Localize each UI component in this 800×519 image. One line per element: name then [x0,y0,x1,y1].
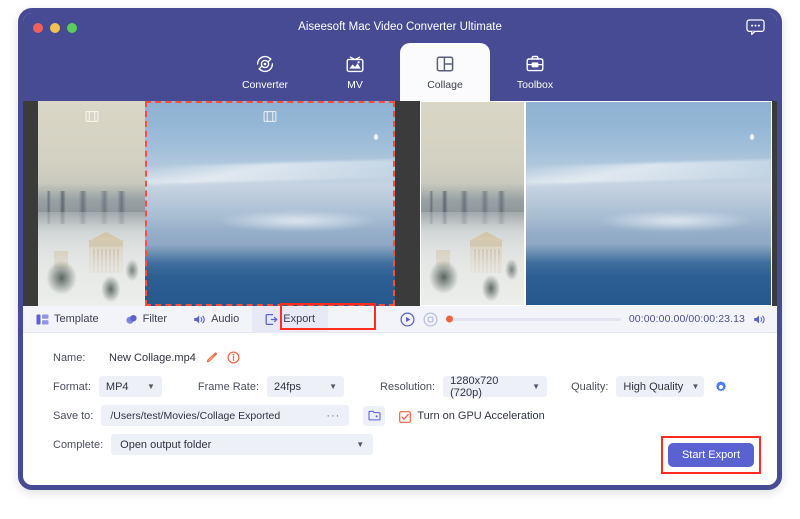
template-icon [36,313,49,326]
nav-tab-toolbox[interactable]: Toolbox [490,43,580,101]
tool-tab-audio-label: Audio [211,313,239,325]
gear-icon[interactable] [714,380,728,394]
start-export-button[interactable]: Start Export [668,443,754,467]
chevron-down-icon: ▼ [356,440,364,449]
quality-select[interactable]: High Quality ▼ [616,376,704,397]
export-icon [265,313,278,326]
chevron-down-icon: ▼ [147,382,155,391]
volume-icon[interactable] [753,313,767,326]
preview-panel-ocean [525,101,772,306]
chevron-down-icon: ▼ [329,382,337,391]
city-temple [470,240,502,272]
timecode-readout: 00:00:00.00/00:00:23.13 [629,313,745,325]
gpu-acceleration-checkbox[interactable]: Turn on GPU Acceleration [399,410,544,422]
saveto-label: Save to: [53,410,93,422]
city-temple-columns [91,249,120,273]
chevron-down-icon: ▼ [691,382,699,391]
selection-outline [145,101,395,306]
tool-tab-export[interactable]: Export [252,306,328,333]
city-temple-columns [472,249,500,273]
nav-tab-collage-label: Collage [427,79,463,91]
editor-toolbar: Template Filter Audio [23,306,777,333]
tool-tab-export-label: Export [283,313,315,325]
stage-gutter-mid2 [408,101,420,306]
row-saveto: Save to: /Users/test/Movies/Collage Expo… [23,401,777,430]
converter-icon [254,53,276,75]
quality-value: High Quality [623,381,683,393]
city-shed [436,250,449,268]
row-format: Format: MP4 ▼ Frame Rate: 24fps ▼ Resolu… [23,372,777,401]
playback-progress-track[interactable] [446,318,621,321]
saveto-value: /Users/test/Movies/Collage Exported [110,410,280,422]
resolution-value: 1280x720 (720p) [450,375,526,399]
app-title: Aiseesoft Mac Video Converter Ultimate [23,21,777,33]
edit-panel-ocean[interactable] [145,101,395,306]
resolution-label: Resolution: [380,381,435,393]
nav-tab-converter[interactable]: Converter [220,43,310,101]
stage-gutter-mid [395,101,408,306]
quality-label: Quality: [571,381,608,393]
nav-tab-toolbox-label: Toolbox [517,79,553,91]
tool-tab-template-label: Template [54,313,99,325]
folder-icon [368,410,381,421]
collage-preview-area [408,101,782,306]
row-name: Name: New Collage.mp4 [23,343,777,372]
chat-bubble-icon[interactable] [746,19,765,35]
framerate-select[interactable]: 24fps ▼ [267,376,344,397]
stage-gutter-right [772,101,782,306]
tool-tab-template[interactable]: Template [23,306,112,333]
framerate-value: 24fps [274,381,301,393]
resolution-select[interactable]: 1280x720 (720p) ▼ [443,376,547,397]
tool-tab-filter[interactable]: Filter [112,306,180,333]
filter-icon [125,313,138,326]
tool-tab-audio[interactable]: Audio [180,306,252,333]
film-strip-icon [264,109,277,120]
play-circle-icon[interactable] [400,312,415,327]
toolbox-icon [524,53,546,75]
app-window: Aiseesoft Mac Video Converter Ultimate [18,8,782,490]
mv-icon [344,53,366,75]
collage-icon [434,53,456,75]
city-shed [54,251,68,269]
complete-label: Complete: [53,439,103,451]
format-select[interactable]: MP4 ▼ [99,376,162,397]
sun-glint [750,134,754,140]
tool-tab-filter-label: Filter [143,313,167,325]
framerate-label: Frame Rate: [198,381,259,393]
stage-gutter-left [23,101,38,306]
complete-action-select[interactable]: Open output folder ▼ [111,434,373,455]
nav-tab-mv[interactable]: MV [310,43,400,101]
format-value: MP4 [106,381,129,393]
nav-tab-collage[interactable]: Collage [400,43,490,101]
gpu-acceleration-label: Turn on GPU Acceleration [417,410,544,422]
main-nav: Converter MV Collage [23,43,777,101]
checkbox-checked-icon [399,410,411,422]
city-temple [89,240,122,273]
open-folder-button[interactable] [363,406,385,426]
pencil-icon[interactable] [205,351,218,364]
output-name-value[interactable]: New Collage.mp4 [109,352,196,364]
playback-controls: 00:00:00.00/00:00:23.13 [400,312,777,327]
chevron-down-icon: ▼ [532,382,540,391]
collage-edit-area [23,101,408,306]
format-label: Format: [53,381,91,393]
title-bar: Aiseesoft Mac Video Converter Ultimate [23,13,777,43]
stop-circle-icon[interactable] [423,312,438,327]
saveto-input[interactable]: /Users/test/Movies/Collage Exported ··· [101,405,349,426]
complete-value: Open output folder [120,439,211,451]
nav-tab-converter-label: Converter [242,79,288,91]
browse-button[interactable]: ··· [326,410,340,422]
start-export-highlight: Start Export [661,436,761,474]
edit-panel-city[interactable] [38,101,145,306]
sun-glint [374,134,378,140]
playhead-handle[interactable] [446,316,453,323]
audio-icon [193,313,206,326]
name-label: Name: [53,352,105,364]
nav-tab-mv-label: MV [347,79,363,91]
preview-stage [23,101,777,306]
preview-panel-city [420,101,525,306]
film-strip-icon [85,109,98,120]
info-icon[interactable] [227,351,240,364]
